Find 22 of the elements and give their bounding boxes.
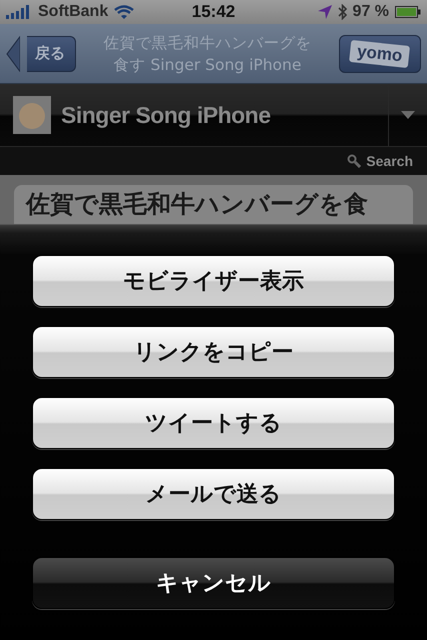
- clock-time: 15:42: [192, 2, 236, 22]
- action-button[interactable]: モビライザー表示: [32, 255, 395, 307]
- search-link[interactable]: Search: [366, 153, 413, 169]
- cancel-button[interactable]: キャンセル: [32, 557, 395, 609]
- yomo-logo: yomo: [349, 39, 411, 68]
- yomo-button[interactable]: yomo: [339, 34, 421, 72]
- bluetooth-icon: [338, 4, 347, 20]
- carrier-name: SoftBank: [38, 3, 108, 21]
- dropdown-icon[interactable]: [401, 111, 415, 119]
- battery-percent: 97 %: [352, 3, 390, 21]
- location-arrow-icon: [318, 5, 332, 19]
- back-arrow-icon: [6, 36, 20, 72]
- action-button[interactable]: メールで送る: [32, 468, 395, 520]
- article-title: 佐賀で黒毛和牛ハンバーグを食: [26, 189, 369, 220]
- blog-title: Singer Song iPhone: [61, 102, 272, 128]
- wifi-icon: [114, 5, 134, 19]
- battery-icon: [395, 6, 422, 18]
- action-button[interactable]: ツイートする: [32, 397, 395, 449]
- search-icon: [347, 154, 362, 168]
- signal-icon: [6, 5, 32, 19]
- action-button[interactable]: リンクをコピー: [32, 326, 395, 378]
- avatar: [13, 96, 51, 134]
